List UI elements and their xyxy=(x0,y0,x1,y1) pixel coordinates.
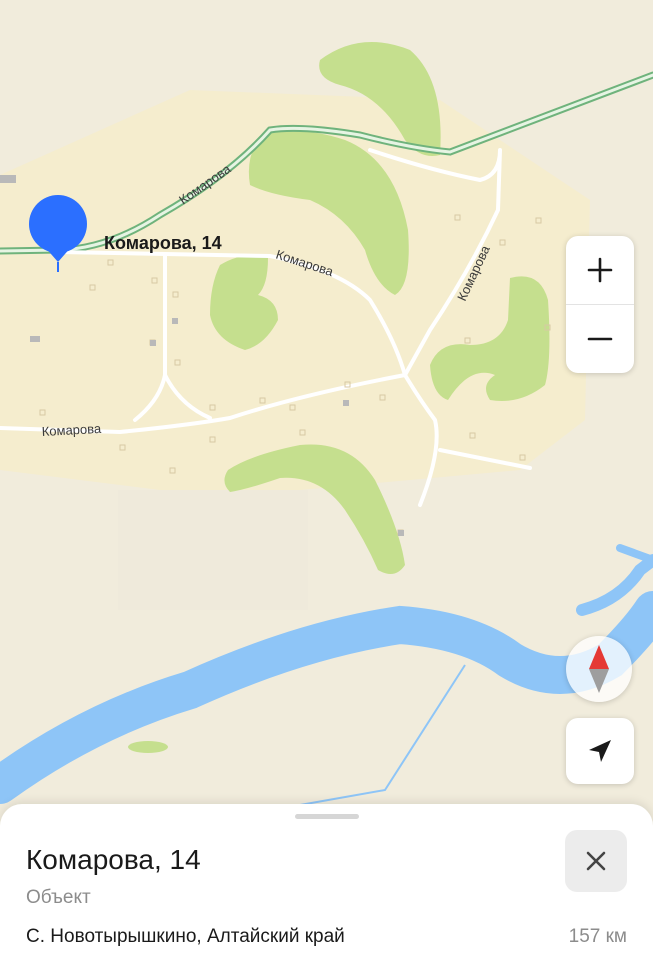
road-label: Комарова xyxy=(41,421,102,439)
island xyxy=(128,741,168,753)
place-card-sheet[interactable]: Комарова, 14 Объект С. Новотырышкино, Ал… xyxy=(0,804,653,960)
place-distance: 157 км xyxy=(568,926,627,947)
place-address: С. Новотырышкино, Алтайский край xyxy=(26,926,345,947)
pin-marker[interactable] xyxy=(29,195,87,253)
compass-icon xyxy=(589,645,609,693)
field-area xyxy=(118,490,308,610)
locate-me-button[interactable] xyxy=(566,718,634,784)
close-button[interactable] xyxy=(565,830,627,892)
zoom-control xyxy=(566,236,634,373)
navigation-arrow-icon xyxy=(589,740,611,762)
compass-button[interactable] xyxy=(566,636,632,702)
pin-label: Комарова, 14 xyxy=(104,233,222,253)
place-title: Комарова, 14 xyxy=(26,844,201,875)
zoom-out-button[interactable] xyxy=(566,305,634,373)
close-icon xyxy=(586,851,606,871)
sheet-drag-handle[interactable] xyxy=(295,814,359,819)
plus-icon xyxy=(587,257,613,283)
minus-icon xyxy=(587,337,613,341)
place-type: Объект xyxy=(26,887,91,908)
zoom-in-button[interactable] xyxy=(566,236,634,304)
